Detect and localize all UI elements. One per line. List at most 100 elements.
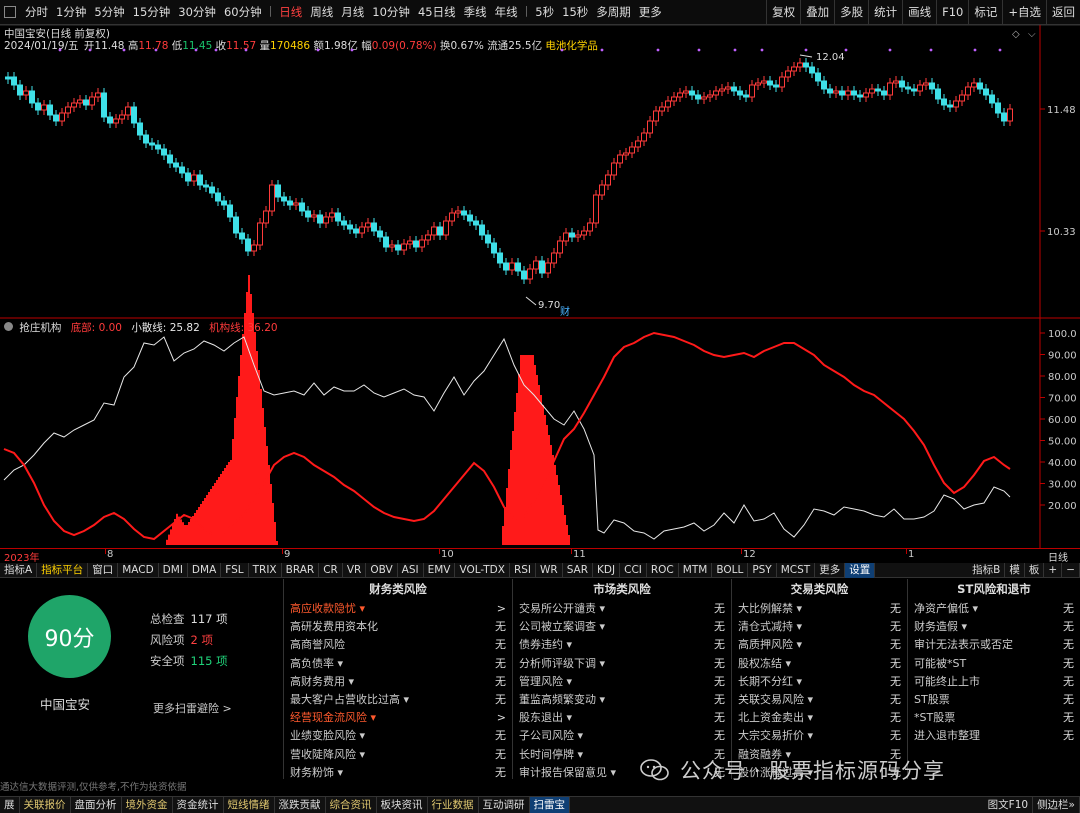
risk-row[interactable]: 可能终止上市 无 bbox=[908, 672, 1080, 690]
bottom-tab[interactable]: 境外资金 bbox=[122, 797, 173, 813]
period-tab[interactable]: 周线 bbox=[306, 4, 337, 20]
bottom-right-tab[interactable]: 侧边栏» bbox=[1033, 797, 1080, 813]
bottom-tab[interactable]: 综合资讯 bbox=[326, 797, 377, 813]
period-tab[interactable]: 年线 bbox=[491, 4, 522, 20]
bottom-tab[interactable]: 展 bbox=[0, 797, 20, 813]
tool-button[interactable]: 标记 bbox=[968, 0, 1002, 25]
risk-row[interactable]: 公司被立案调查 ▾ 无 bbox=[513, 617, 731, 635]
risk-row[interactable]: 股权冻结 ▾ 无 bbox=[732, 654, 907, 672]
risk-row[interactable]: 业绩变脸风险 ▾ 无 bbox=[284, 726, 512, 744]
period-tab[interactable]: 10分钟 bbox=[368, 4, 414, 20]
indicator-tab[interactable]: DMI bbox=[159, 562, 188, 578]
risk-row[interactable]: 高商誉风险 无 bbox=[284, 635, 512, 653]
risk-row[interactable]: 经营现金流风险 ▾ > bbox=[284, 708, 512, 726]
bottom-tab[interactable]: 关联报价 bbox=[20, 797, 71, 813]
period-tab[interactable]: 5分钟 bbox=[90, 4, 128, 20]
more-scan-link[interactable]: 更多扫雷避险 > bbox=[153, 700, 232, 716]
risk-row[interactable]: 子公司风险 ▾ 无 bbox=[513, 726, 731, 744]
indicator-tab[interactable]: EMV bbox=[424, 562, 456, 578]
risk-row[interactable]: 长期不分红 ▾ 无 bbox=[732, 672, 907, 690]
indicator-tab[interactable]: MCST bbox=[777, 562, 816, 578]
period-tab[interactable]: 15分钟 bbox=[129, 4, 175, 20]
tool-button[interactable]: F10 bbox=[936, 0, 968, 25]
period-tab[interactable]: 5秒 bbox=[531, 4, 558, 20]
tool-button[interactable]: +自选 bbox=[1002, 0, 1046, 25]
risk-row[interactable]: 北上资金卖出 ▾ 无 bbox=[732, 708, 907, 726]
indicator-tab[interactable]: OBV bbox=[366, 562, 398, 578]
risk-row[interactable]: 交易所公开谴责 ▾ 无 bbox=[513, 599, 731, 617]
tool-button[interactable]: 叠加 bbox=[800, 0, 834, 25]
risk-row[interactable]: 财务造假 ▾ 无 bbox=[908, 617, 1080, 635]
indicator-tab[interactable]: 指标A bbox=[0, 562, 38, 578]
indicator-tab[interactable]: FSL bbox=[221, 562, 249, 578]
risk-row[interactable]: 大宗交易折价 ▾ 无 bbox=[732, 726, 907, 744]
tool-button[interactable]: 返回 bbox=[1046, 0, 1080, 25]
risk-row[interactable]: 营收陡降风险 ▾ 无 bbox=[284, 745, 512, 763]
period-tab[interactable]: 日线 bbox=[275, 4, 306, 20]
risk-row[interactable]: 最大客户占营收比过高 ▾ 无 bbox=[284, 690, 512, 708]
indicator-tab[interactable]: PSY bbox=[748, 562, 777, 578]
indicator-tab[interactable]: MTM bbox=[679, 562, 713, 578]
risk-row[interactable]: 高财务费用 ▾ 无 bbox=[284, 672, 512, 690]
risk-row[interactable]: 关联交易风险 ▾ 无 bbox=[732, 690, 907, 708]
risk-row[interactable]: 分析师评级下调 ▾ 无 bbox=[513, 654, 731, 672]
indicator-tab[interactable]: BRAR bbox=[282, 562, 320, 578]
indicator-tab[interactable]: KDJ bbox=[593, 562, 621, 578]
bottom-tab[interactable]: 扫雷宝 bbox=[529, 797, 570, 813]
bottom-tab[interactable]: 资金统计 bbox=[173, 797, 224, 813]
bottom-tab[interactable]: 涨跌贡献 bbox=[275, 797, 326, 813]
indicator-tab[interactable]: SAR bbox=[563, 562, 594, 578]
risk-row[interactable]: 净资产偏低 ▾ 无 bbox=[908, 599, 1080, 617]
bottom-tab[interactable]: 短线情绪 bbox=[224, 797, 275, 813]
risk-row[interactable]: 进入退市整理 无 bbox=[908, 726, 1080, 744]
indicator-tab-right-item[interactable]: 指标B bbox=[968, 563, 1006, 578]
indicator-tab[interactable]: RSI bbox=[510, 562, 536, 578]
indicator-tab[interactable]: 指标平台 bbox=[37, 562, 89, 578]
tool-button[interactable]: 多股 bbox=[834, 0, 868, 25]
indicator-tab[interactable]: CR bbox=[319, 562, 343, 578]
indicator-tab[interactable]: 设置 bbox=[845, 562, 876, 578]
risk-row[interactable]: 股东退出 ▾ 无 bbox=[513, 708, 731, 726]
period-tab[interactable]: 1分钟 bbox=[52, 4, 90, 20]
indicator-tab[interactable]: BOLL bbox=[712, 562, 749, 578]
indicator-tab-right-item[interactable]: 模 bbox=[1005, 563, 1025, 578]
risk-row[interactable]: 高负债率 ▾ 无 bbox=[284, 654, 512, 672]
indicator-tab[interactable]: DMA bbox=[188, 562, 222, 578]
period-tab[interactable]: 月线 bbox=[337, 4, 368, 20]
bottom-tab[interactable]: 行业数据 bbox=[428, 797, 479, 813]
indicator-tab[interactable]: 更多 bbox=[815, 562, 846, 578]
window-icon[interactable] bbox=[4, 6, 16, 18]
risk-row[interactable]: *ST股票 无 bbox=[908, 708, 1080, 726]
risk-row[interactable]: 高质押风险 ▾ 无 bbox=[732, 635, 907, 653]
risk-row[interactable]: 大比例解禁 ▾ 无 bbox=[732, 599, 907, 617]
bottom-tab[interactable]: 盘面分析 bbox=[71, 797, 122, 813]
indicator-tab-right-item[interactable]: + bbox=[1044, 563, 1063, 578]
period-tab[interactable]: 更多 bbox=[635, 4, 666, 20]
indicator-tab-right-item[interactable]: 板 bbox=[1025, 563, 1045, 578]
indicator-tab[interactable]: ROC bbox=[647, 562, 679, 578]
indicator-tab[interactable]: TRIX bbox=[249, 562, 282, 578]
indicator-toggle-icon[interactable] bbox=[4, 322, 13, 331]
indicator-name[interactable]: 抢庄机构 bbox=[19, 322, 61, 334]
risk-row[interactable]: 高研发费用资本化 无 bbox=[284, 617, 512, 635]
risk-row[interactable]: 可能被*ST 无 bbox=[908, 654, 1080, 672]
indicator-tab[interactable]: VOL-TDX bbox=[455, 562, 510, 578]
period-tab[interactable]: 60分钟 bbox=[220, 4, 266, 20]
tool-button[interactable]: 画线 bbox=[902, 0, 936, 25]
risk-row[interactable]: 管理风险 ▾ 无 bbox=[513, 672, 731, 690]
period-tab[interactable]: 分时 bbox=[21, 4, 52, 20]
indicator-tab-right-item[interactable]: − bbox=[1062, 563, 1080, 578]
risk-row[interactable]: 债券违约 ▾ 无 bbox=[513, 635, 731, 653]
indicator-tab[interactable]: 窗口 bbox=[88, 562, 119, 578]
tool-button[interactable]: 复权 bbox=[766, 0, 800, 25]
risk-row[interactable]: ST股票 无 bbox=[908, 690, 1080, 708]
risk-row[interactable]: 高应收款隐忧 ▾ > bbox=[284, 599, 512, 617]
tool-button[interactable]: 统计 bbox=[868, 0, 902, 25]
bottom-tab[interactable]: 板块资讯 bbox=[377, 797, 428, 813]
price-and-indicator-chart[interactable]: 11.48 10.33 12.04 9.70财 100.0 90.00 80.00 70.00… bbox=[0, 25, 1080, 548]
period-tab[interactable]: 多周期 bbox=[592, 4, 635, 20]
period-tab[interactable]: 30分钟 bbox=[174, 4, 220, 20]
indicator-tab[interactable]: VR bbox=[343, 562, 367, 578]
risk-row[interactable]: 审计无法表示或否定 无 bbox=[908, 635, 1080, 653]
indicator-tab[interactable]: CCI bbox=[620, 562, 647, 578]
